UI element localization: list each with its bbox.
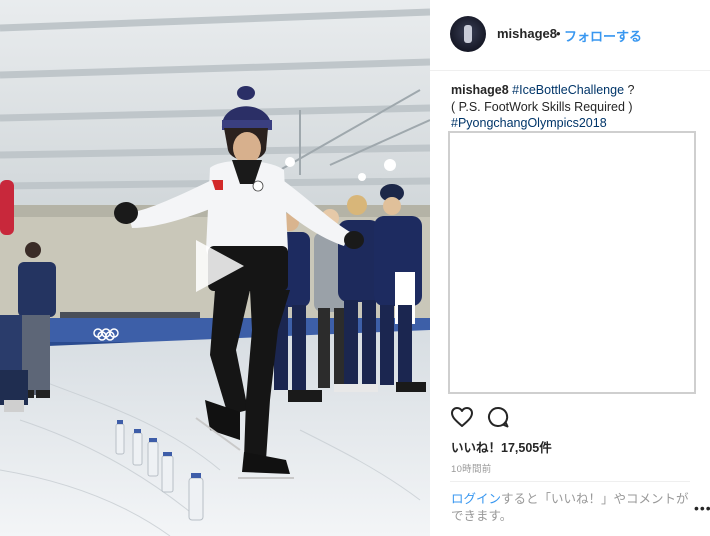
- avatar[interactable]: [450, 16, 486, 52]
- header-username-link[interactable]: mishage8: [497, 26, 557, 41]
- divider: [450, 481, 690, 482]
- like-count[interactable]: いいね！17,505件: [451, 437, 552, 456]
- like-button[interactable]: [450, 405, 476, 431]
- post-header: mishage8 • フォローする: [430, 0, 710, 71]
- caption-username-link[interactable]: mishage8: [451, 83, 509, 97]
- more-options-button[interactable]: •••: [694, 500, 710, 516]
- caption-text-1: ?: [624, 83, 635, 97]
- play-button[interactable]: [188, 236, 248, 296]
- login-link[interactable]: ログイン: [451, 492, 501, 506]
- action-bar: [450, 405, 690, 431]
- ellipsis-icon: •••: [694, 500, 710, 516]
- empty-embed-frame: [448, 131, 696, 394]
- comment-bubble-icon: [488, 406, 509, 428]
- comment-button[interactable]: [486, 405, 512, 431]
- post-panel: mishage8 • フォローする mishage8 #IceBottleCha…: [430, 0, 710, 536]
- heart-icon: [451, 407, 473, 427]
- post-caption: mishage8 #IceBottleChallenge ? ( P.S. Fo…: [451, 82, 701, 132]
- separator-dot: •: [556, 26, 561, 41]
- play-icon: [196, 240, 244, 292]
- login-prompt: ログインすると「いいね！」やコメントができます。: [451, 491, 689, 525]
- caption-text-2: ( P.S. FootWork Skills Required ): [451, 99, 633, 114]
- hashtag-link-pyongchangolympics2018[interactable]: #PyongchangOlympics2018: [451, 116, 607, 130]
- follow-button[interactable]: フォローする: [564, 26, 642, 45]
- post-timestamp[interactable]: 10時間前: [451, 461, 492, 475]
- hashtag-link-icebottlechallenge[interactable]: #IceBottleChallenge: [512, 83, 624, 97]
- video-player[interactable]: [0, 0, 430, 536]
